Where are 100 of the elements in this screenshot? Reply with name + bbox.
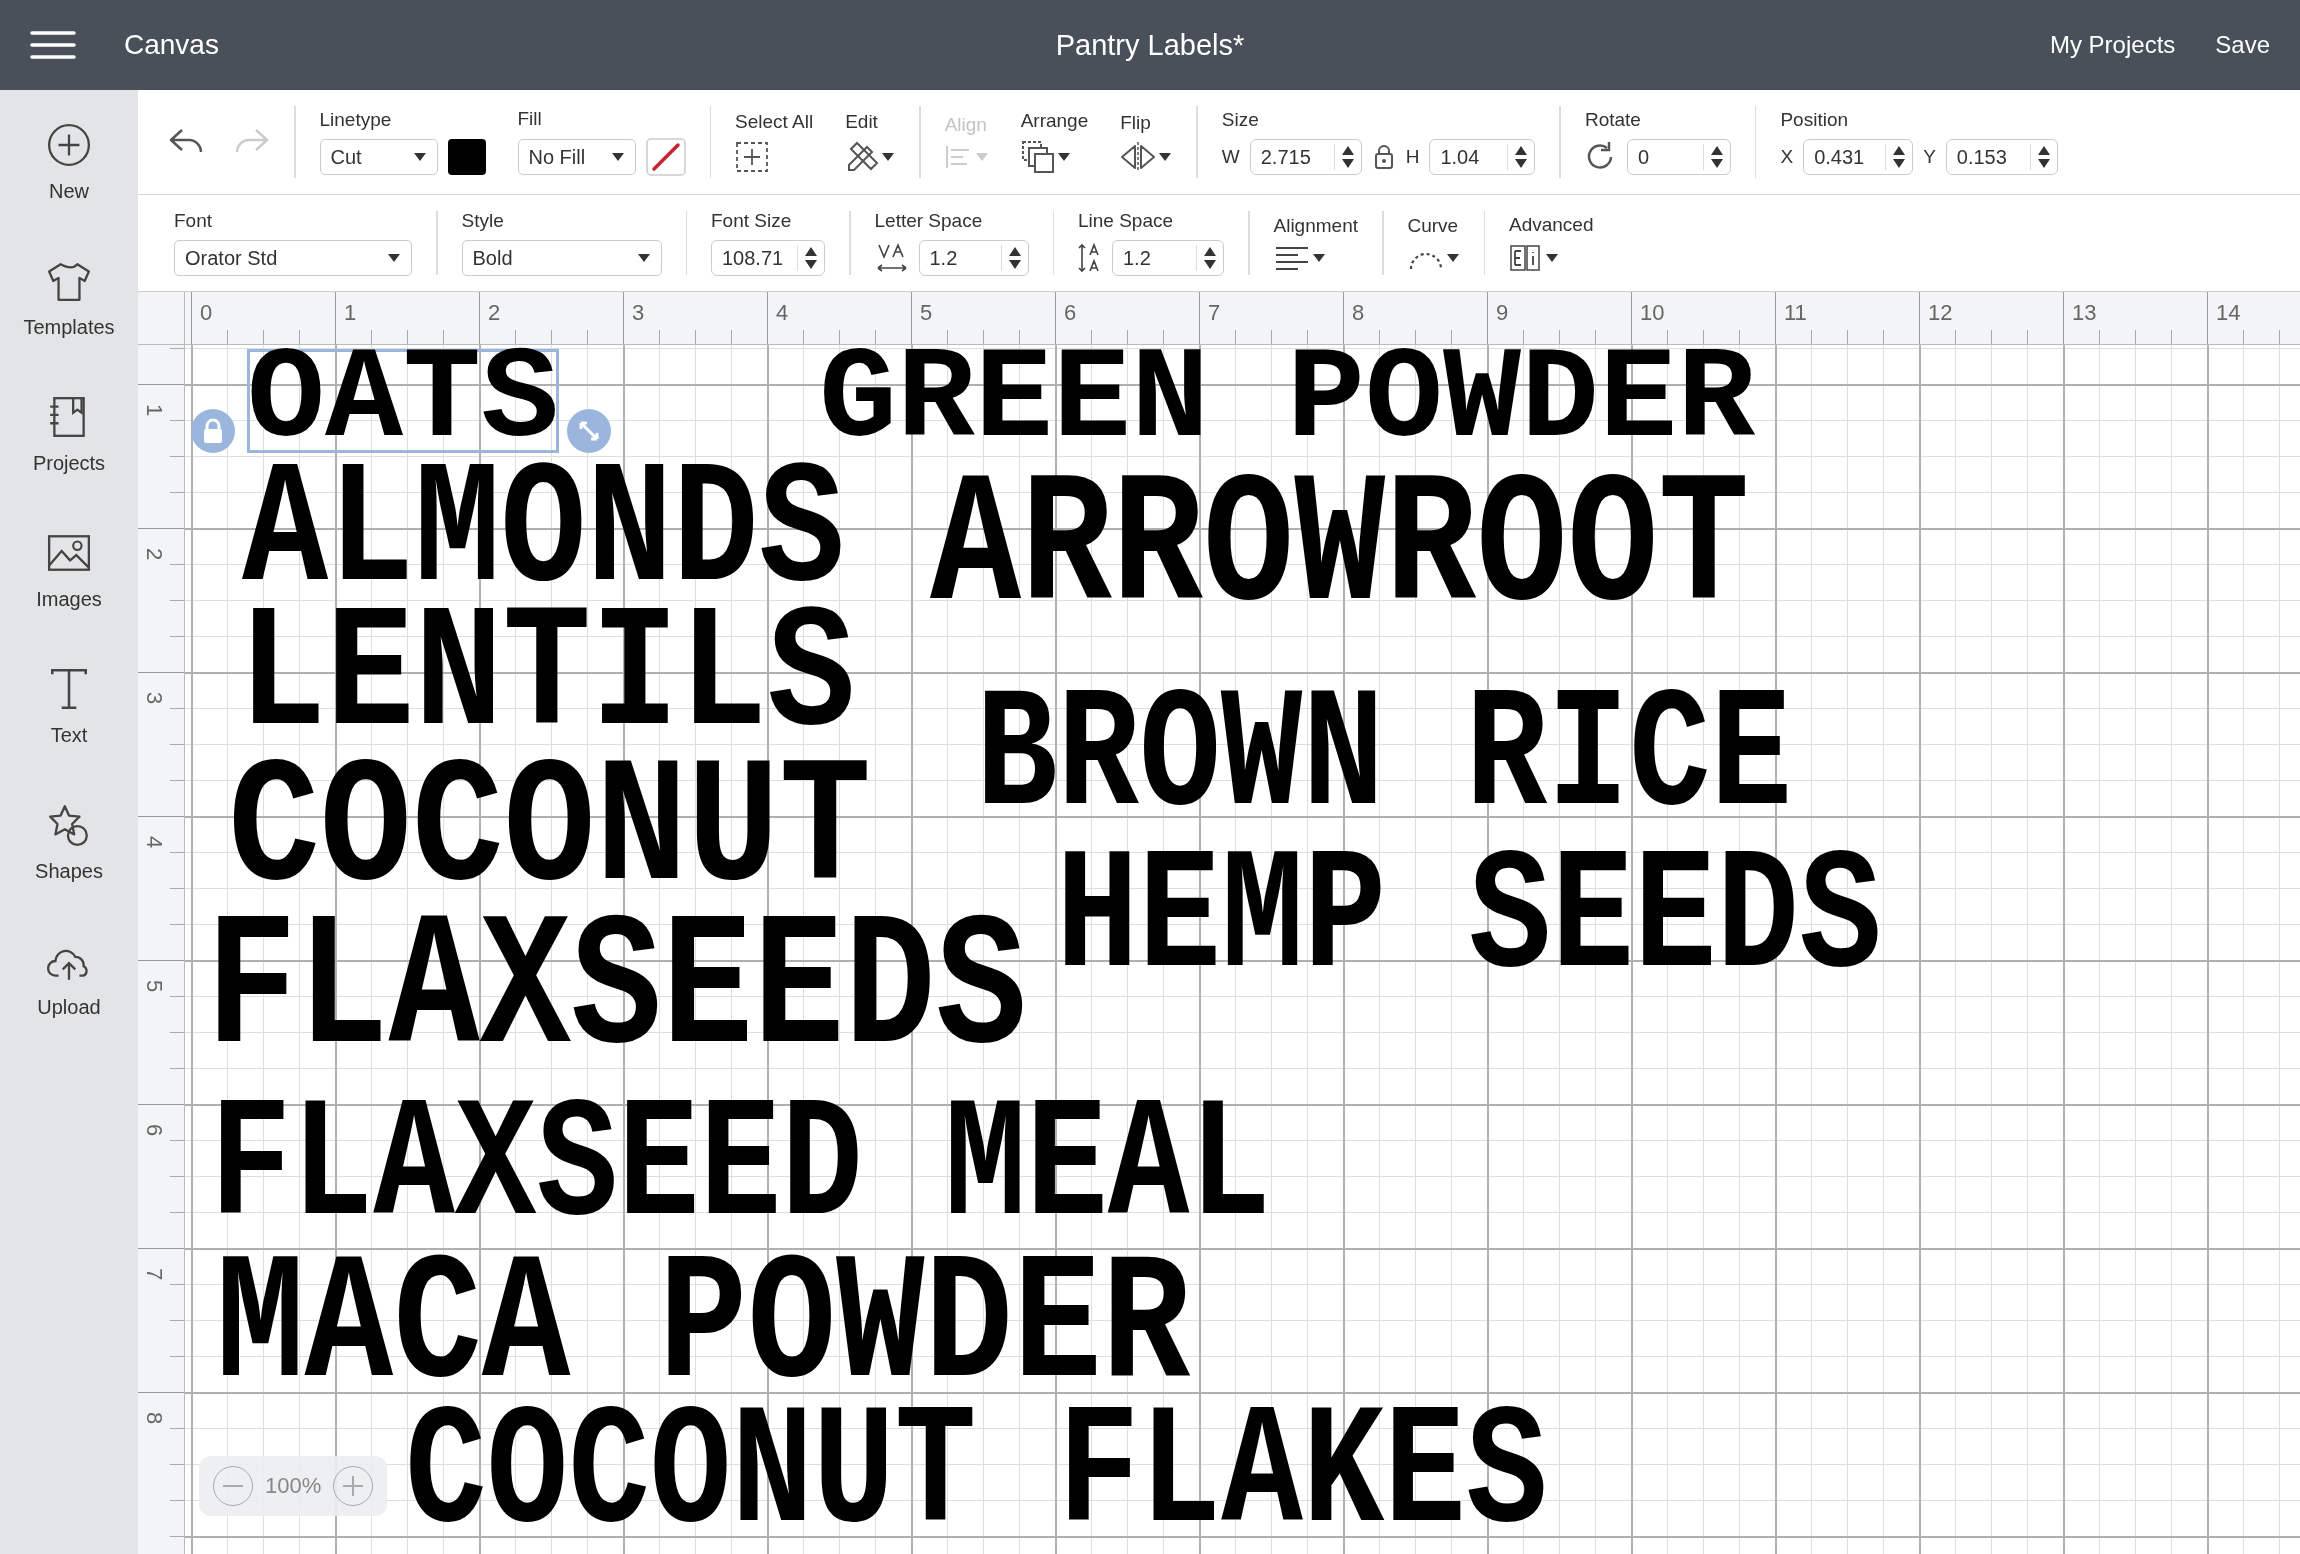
- alignment-label: Alignment: [1273, 215, 1358, 237]
- ruler-number: 1: [335, 292, 479, 344]
- caret-icon: [1056, 152, 1071, 162]
- style-dropdown[interactable]: Bold: [461, 240, 662, 276]
- sidebar-item[interactable]: New: [0, 122, 138, 203]
- linetype-dropdown[interactable]: Cut: [319, 139, 438, 175]
- ruler-number: 5: [141, 979, 168, 993]
- line-space-label: Line Space: [1078, 210, 1175, 232]
- no-fill-swatch-icon[interactable]: [645, 138, 686, 176]
- advanced-label: Advanced: [1509, 214, 1594, 236]
- letter-space-field[interactable]: 1.2: [918, 240, 1029, 276]
- width-field[interactable]: 2.715: [1249, 139, 1362, 175]
- design-text[interactable]: COCONUT: [228, 760, 872, 903]
- caret-icon: [1545, 253, 1559, 263]
- ruler-number: 6: [141, 1123, 168, 1137]
- x-position-field[interactable]: 0.431: [1803, 139, 1914, 175]
- select-all-button[interactable]: [735, 141, 769, 173]
- edit-button[interactable]: [845, 141, 896, 173]
- ruler-number: 0: [191, 292, 335, 344]
- plus-icon: [343, 1476, 364, 1496]
- size-label: Size: [1221, 109, 1260, 131]
- sidebar-item[interactable]: Templates: [0, 258, 138, 339]
- design-text[interactable]: COCONUT FLAKES: [405, 1407, 1548, 1543]
- curve-label: Curve: [1407, 215, 1460, 237]
- ruler-number: 3: [623, 292, 767, 344]
- arrange-button[interactable]: [1020, 140, 1071, 174]
- flip-icon: [1120, 142, 1157, 172]
- ruler-number: 2: [141, 547, 168, 561]
- ruler-number: 7: [141, 1267, 168, 1281]
- flip-button[interactable]: [1120, 142, 1173, 172]
- sidebar-item[interactable]: Images: [0, 530, 138, 611]
- caret-icon: [1445, 253, 1460, 263]
- ruler-number: 2: [479, 292, 623, 344]
- header-link[interactable]: My Projects: [2049, 31, 2176, 59]
- fill-label: Fill: [517, 108, 543, 130]
- stacked-squares-icon: [1020, 140, 1055, 174]
- menu-icon[interactable]: [30, 30, 76, 60]
- align-label: Align: [944, 114, 988, 136]
- document-title: Pantry Labels*: [1055, 28, 1245, 62]
- design-text[interactable]: OATS: [247, 349, 560, 453]
- advanced-button[interactable]: [1509, 244, 1559, 272]
- font-label: Font: [174, 210, 214, 232]
- ruler-number: 8: [1343, 292, 1487, 344]
- caret-icon: [881, 152, 896, 162]
- caret-icon: [1311, 253, 1326, 263]
- ruler-number: 6: [1055, 292, 1199, 344]
- style-label: Style: [461, 210, 505, 232]
- letter-space-label: Letter Space: [874, 210, 984, 232]
- plus-icon: [46, 122, 92, 168]
- design-text[interactable]: MACA POWDER: [216, 1255, 1191, 1399]
- height-field[interactable]: 1.04: [1429, 139, 1536, 175]
- font-dropdown[interactable]: Orator Std: [174, 240, 412, 276]
- design-text[interactable]: BROWN RICE: [976, 690, 1793, 826]
- line-spacing-icon[interactable]: [1078, 241, 1102, 275]
- linetype-color-swatch[interactable]: [447, 139, 486, 175]
- ruler-number: 14: [2207, 292, 2300, 344]
- select-all-label: Select All: [735, 111, 814, 133]
- design-text[interactable]: FLAXSEEDS: [206, 915, 1027, 1067]
- font-size-label: Font Size: [711, 210, 793, 232]
- zoom-level: 100%: [265, 1473, 322, 1499]
- design-text[interactable]: LENTILS: [238, 607, 856, 747]
- sidebar-item[interactable]: Projects: [0, 394, 138, 475]
- line-space-field[interactable]: 1.2: [1112, 240, 1224, 276]
- font-size-field[interactable]: 108.71: [711, 240, 825, 276]
- y-position-field[interactable]: 0.153: [1945, 139, 2058, 175]
- caret-icon: [412, 152, 427, 162]
- height-label: H: [1405, 146, 1420, 168]
- linetype-label: Linetype: [319, 109, 393, 131]
- design-text[interactable]: FLAXSEED MEAL: [210, 1100, 1271, 1236]
- caret-icon: [387, 253, 401, 263]
- dashed-square-plus-icon: [735, 141, 769, 173]
- app-title: Canvas: [124, 29, 219, 61]
- minus-icon: [223, 1484, 243, 1488]
- ruler-number: 11: [1775, 292, 1919, 344]
- ruler-number: 4: [767, 292, 911, 344]
- design-text[interactable]: HEMP SEEDS: [1056, 851, 1882, 989]
- ruler-number: 5: [911, 292, 1055, 344]
- rotate-field[interactable]: 0: [1626, 139, 1731, 175]
- arrange-label: Arrange: [1020, 110, 1089, 132]
- edit-label: Edit: [845, 111, 879, 133]
- sidebar-item[interactable]: Shapes: [0, 802, 138, 883]
- sidebar-item[interactable]: Upload: [0, 938, 138, 1019]
- ruler-number: 13: [2063, 292, 2207, 344]
- position-label: Position: [1780, 109, 1850, 131]
- design-text[interactable]: ARROWROOT: [930, 475, 1750, 623]
- ruler-number: 3: [141, 691, 168, 705]
- ruler-number: 8: [141, 1411, 168, 1425]
- ruler-number: 1: [141, 403, 168, 417]
- text-alignment-button[interactable]: [1273, 245, 1326, 271]
- width-label: W: [1221, 146, 1240, 168]
- ruler-number: 10: [1631, 292, 1775, 344]
- caret-icon: [974, 152, 989, 162]
- ruler-number: 12: [1919, 292, 2063, 344]
- caret-icon: [1158, 152, 1173, 162]
- design-text[interactable]: GREEN POWDER: [819, 349, 1756, 453]
- fill-dropdown[interactable]: No Fill: [517, 139, 636, 175]
- header-link[interactable]: Save: [2215, 31, 2270, 59]
- caret-icon: [610, 152, 625, 162]
- sidebar-item[interactable]: Text: [0, 666, 138, 747]
- design-text[interactable]: ALMONDS: [242, 463, 845, 603]
